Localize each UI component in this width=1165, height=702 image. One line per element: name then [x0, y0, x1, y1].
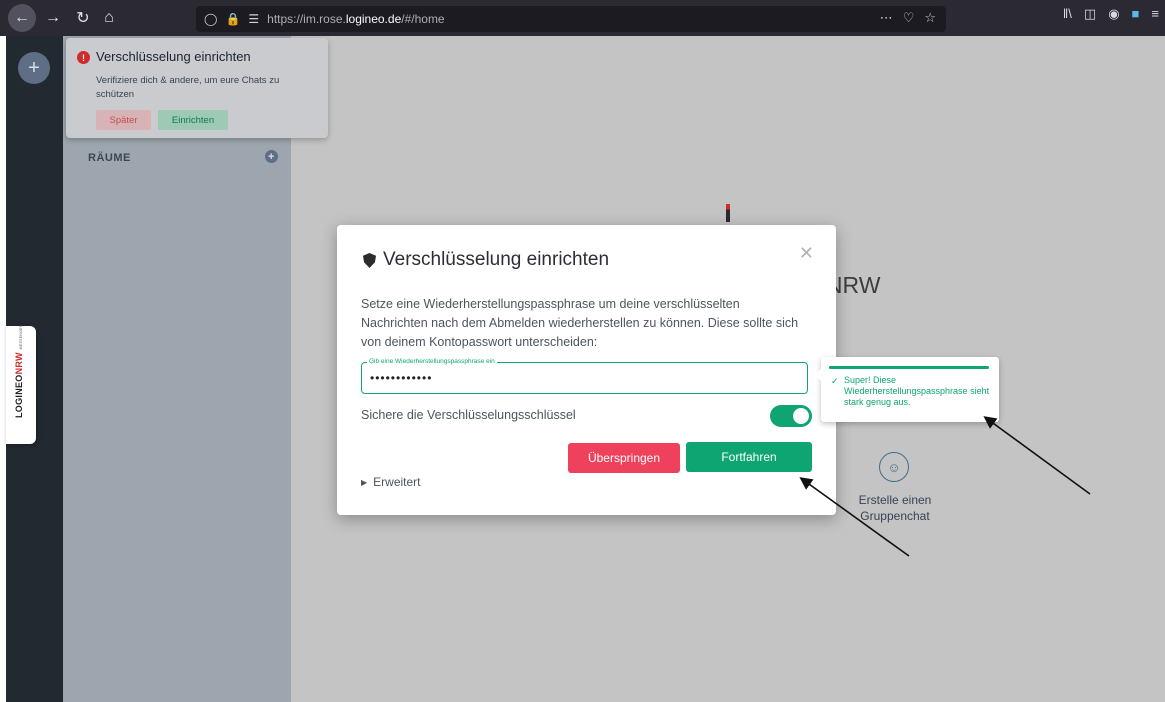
pocket-icon[interactable]: ♡	[903, 10, 915, 26]
bookmark-star-icon[interactable]: ☆	[924, 10, 936, 26]
rooms-header[interactable]: RÄUME +	[88, 150, 278, 164]
warning-icon: !	[77, 51, 90, 64]
passphrase-field-label: Gib eine Wiederherstellungspassphrase ei…	[367, 357, 497, 367]
brand-logo: LOGINEONRW MESSENGER	[14, 324, 24, 418]
toast-title: Verschlüsselung einrichten	[96, 49, 251, 64]
group-chat-icon[interactable]: ☺	[879, 452, 909, 482]
home-icon[interactable]: ⌂	[96, 5, 122, 31]
strength-bar	[829, 366, 989, 369]
sidebar-icon[interactable]: ◫	[1084, 6, 1096, 22]
account-icon[interactable]: ◉	[1108, 6, 1119, 22]
extension-icon[interactable]: ■	[1132, 6, 1140, 22]
setup-button[interactable]: Einrichten	[158, 110, 228, 130]
reload-icon[interactable]: ↻	[70, 5, 96, 31]
brand-tab[interactable]: LOGINEONRW MESSENGER	[6, 324, 36, 444]
address-bar[interactable]: ◯ 🔒 ☰ https://im.rose.logineo.de/#/home …	[196, 6, 946, 32]
dialog-description: Setze eine Wiederherstellungspassphrase …	[361, 297, 799, 349]
passphrase-value[interactable]: ••••••••••••	[370, 371, 432, 385]
passphrase-strength-tooltip: ✓ Super! Diese Wiederherstellungspassphr…	[815, 357, 999, 422]
passphrase-field[interactable]: Gib eine Wiederherstellungspassphrase ei…	[361, 357, 808, 394]
check-icon: ✓	[831, 376, 839, 386]
continue-button[interactable]: Fortfahren	[686, 442, 812, 472]
triangle-right-icon: ▶	[361, 478, 368, 487]
add-room-icon[interactable]: +	[265, 150, 278, 163]
shield-icon[interactable]: ◯	[204, 12, 217, 26]
skip-button[interactable]: Überspringen	[568, 443, 680, 473]
permissions-icon[interactable]: ☰	[248, 12, 259, 26]
encryption-toast: ! Verschlüsselung einrichten Verifiziere…	[66, 38, 328, 138]
browser-toolbar: ← → ↻ ⌂ ◯ 🔒 ☰ https://im.rose.logineo.de…	[0, 0, 1165, 36]
backup-keys-label: Sichere die Verschlüsselungsschlüssel	[361, 408, 576, 422]
more-icon[interactable]: ⋯	[880, 10, 893, 26]
tooltip-arrow	[815, 369, 821, 381]
url-text: https://im.rose.logineo.de/#/home	[267, 12, 445, 26]
later-button[interactable]: Später	[96, 110, 151, 130]
library-icon[interactable]: ‖\	[1063, 6, 1072, 22]
lock-icon[interactable]: 🔒	[225, 12, 240, 26]
strength-message: Super! Diese Wiederherstellungspassphras…	[844, 375, 990, 407]
dialog-title: Verschlüsselung einrichten	[383, 249, 610, 270]
advanced-toggle[interactable]: ▶ Erweitert	[361, 475, 421, 489]
create-space-button[interactable]: +	[18, 52, 50, 84]
create-group-chat-link[interactable]: Erstelle einen Gruppenchat	[838, 492, 952, 524]
shield-icon	[363, 253, 376, 268]
back-icon[interactable]: ←	[8, 4, 36, 32]
app-logo	[726, 204, 730, 222]
menu-icon[interactable]: ≡	[1151, 6, 1159, 22]
toast-text: Verifiziere dich & andere, um eure Chats…	[96, 75, 280, 100]
backup-keys-toggle[interactable]	[770, 405, 812, 427]
encryption-dialog: Verschlüsselung einrichten ✕ Setze eine …	[337, 225, 836, 515]
forward-icon[interactable]: →	[40, 5, 66, 31]
close-icon[interactable]: ✕	[799, 243, 814, 264]
toggle-knob	[793, 408, 809, 424]
